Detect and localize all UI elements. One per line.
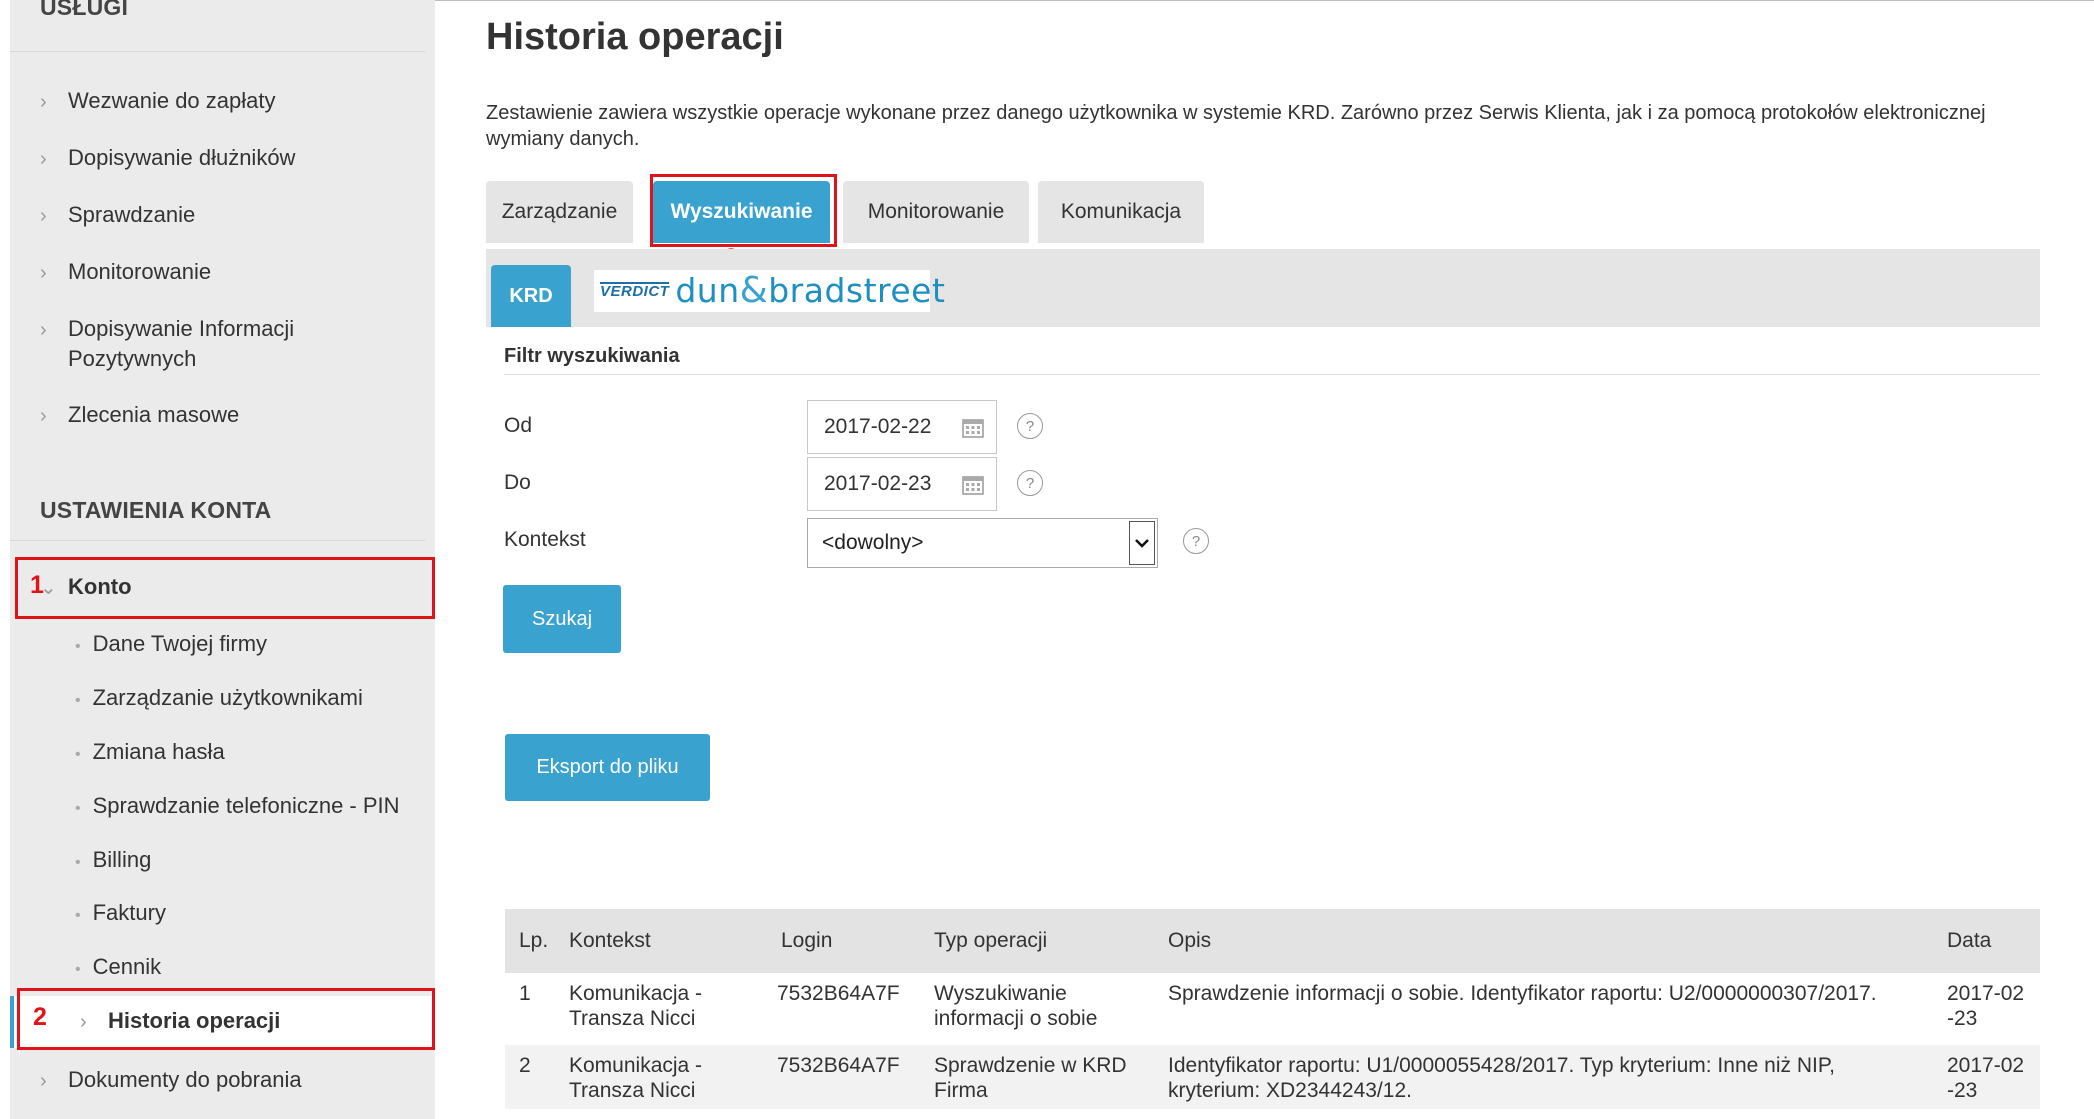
to-label: Do <box>504 471 531 494</box>
from-label: Od <box>504 414 533 437</box>
annotation-box-2 <box>17 988 435 1050</box>
sidebar-section-services: USŁUGI <box>40 0 129 20</box>
sidebar-item-payment-demand[interactable]: › Wezwanie do zapłaty <box>40 86 276 117</box>
chevron-down-icon[interactable] <box>1129 521 1155 565</box>
verdict-logo: VERDICT <box>600 282 670 300</box>
sidebar-item-add-debtors[interactable]: › Dopisywanie dłużników <box>40 143 295 174</box>
operations-table: Lp. Kontekst Login Typ operacji Opis Dat… <box>505 909 2040 1109</box>
sidebar-item-checking[interactable]: › Sprawdzanie <box>40 200 195 231</box>
calendar-icon[interactable] <box>962 418 984 438</box>
subtab-dun-bradstreet[interactable]: VERDICT dun&bradstreet <box>594 270 945 312</box>
chevron-right-icon: › <box>40 1070 47 1092</box>
from-date-field[interactable]: 2017-02-22 <box>807 400 997 454</box>
top-divider <box>435 0 2094 1</box>
chevron-right-icon: › <box>40 91 47 113</box>
help-icon[interactable]: ? <box>1017 470 1043 496</box>
tab-communication[interactable]: Komunikacja <box>1038 181 1204 243</box>
sidebar-item-bulk-orders[interactable]: › Zlecenia masowe <box>40 400 239 431</box>
filter-divider <box>504 374 2040 375</box>
dun-bradstreet-logo: dun&bradstreet <box>675 270 946 311</box>
sidebar-subitem-company-data[interactable]: • Dane Twojej firmy <box>75 629 267 662</box>
table-header-row: Lp. Kontekst Login Typ operacji Opis Dat… <box>505 909 2040 973</box>
tab-monitoring[interactable]: Monitorowanie <box>843 181 1029 243</box>
annotation-number-2: 2 <box>33 1003 47 1031</box>
help-icon[interactable]: ? <box>1183 528 1209 554</box>
column-header-lp: Lp. <box>505 909 555 973</box>
chevron-right-icon: › <box>40 319 47 341</box>
annotation-number-1: 1 <box>30 571 44 599</box>
sidebar-item-documents[interactable]: › Dokumenty do pobrania <box>40 1065 302 1096</box>
column-header-description: Opis <box>1154 909 1933 973</box>
sidebar-subitem-change-password[interactable]: • Zmiana hasła <box>75 737 225 770</box>
column-header-type: Typ operacji <box>920 909 1154 973</box>
column-header-context: Kontekst <box>555 909 767 973</box>
sidebar-item-positive-info[interactable]: › Dopisywanie Informacji Pozytywnych <box>40 314 348 374</box>
annotation-box-3 <box>650 174 837 247</box>
context-select[interactable]: <dowolny> <box>807 518 1158 568</box>
sidebar-section-account-settings: USTAWIENIA KONTA <box>40 497 272 523</box>
sidebar-subitem-phone-pin[interactable]: • Sprawdzanie telefoniczne - PIN <box>75 791 400 824</box>
search-button[interactable]: Szukaj <box>503 585 621 653</box>
sidebar-subitem-user-management[interactable]: • Zarządzanie użytkownikami <box>75 683 363 716</box>
sidebar-subitem-invoices[interactable]: • Faktury <box>75 898 166 931</box>
column-header-date: Data <box>1933 909 2040 973</box>
page-title: Historia operacji <box>486 16 784 58</box>
sidebar-divider <box>10 540 425 541</box>
sidebar-item-monitoring[interactable]: › Monitorowanie <box>40 257 211 288</box>
column-header-login: Login <box>767 909 920 973</box>
subtab-krd[interactable]: KRD <box>491 265 571 327</box>
export-button[interactable]: Eksport do pliku <box>505 734 710 801</box>
tab-management[interactable]: Zarządzanie <box>486 181 633 243</box>
chevron-right-icon: › <box>40 405 47 427</box>
calendar-icon[interactable] <box>962 475 984 495</box>
sidebar-subitem-billing[interactable]: • Billing <box>75 845 151 878</box>
chevron-right-icon: › <box>40 148 47 170</box>
chevron-right-icon: › <box>40 205 47 227</box>
help-icon[interactable]: ? <box>1017 413 1043 439</box>
to-date-field[interactable]: 2017-02-23 <box>807 457 997 511</box>
sidebar-divider <box>10 51 425 52</box>
filter-title: Filtr wyszukiwania <box>504 345 680 367</box>
table-row[interactable]: 1 Komunikacja - Transza Nicci 7532B64A7F… <box>505 973 2040 1045</box>
sidebar-subitem-pricing[interactable]: • Cennik <box>75 952 161 985</box>
page-description: Zestawienie zawiera wszystkie operacje w… <box>486 102 1986 150</box>
chevron-right-icon: › <box>40 262 47 284</box>
annotation-box-1 <box>15 557 435 619</box>
context-label: Kontekst <box>504 528 586 551</box>
table-row[interactable]: 2 Komunikacja - Transza Nicci 7532B64A7F… <box>505 1045 2040 1109</box>
